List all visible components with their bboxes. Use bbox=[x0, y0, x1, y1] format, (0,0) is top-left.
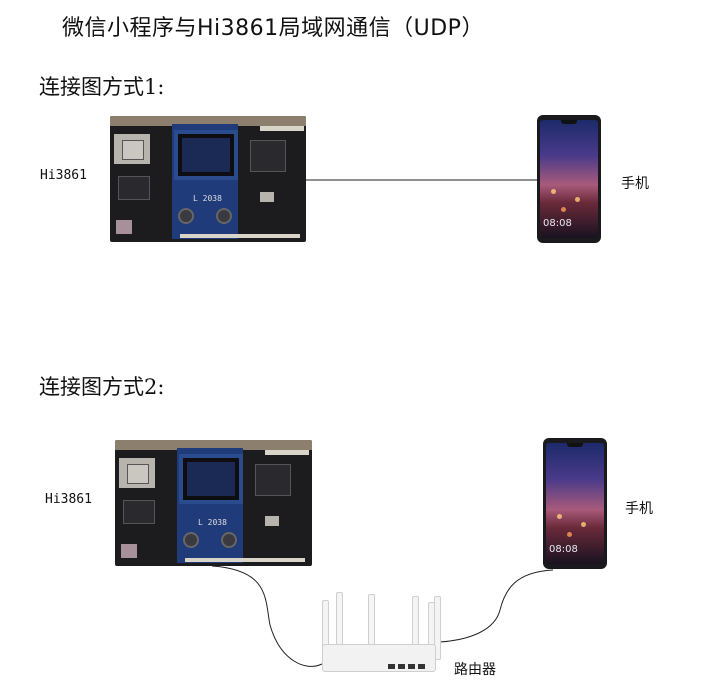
diagram1-device-label: Hi3861 bbox=[40, 168, 87, 183]
board-to-router-cable bbox=[211, 565, 323, 667]
hi3861-board-image: L 2038 bbox=[115, 440, 312, 566]
phone-to-router-cable bbox=[439, 569, 554, 643]
oled-caption: L 2038 bbox=[198, 518, 227, 527]
router-label: 路由器 bbox=[454, 662, 496, 678]
hi3861-board-image: L 2038 bbox=[110, 116, 306, 242]
phone-image: 08:08 bbox=[537, 115, 601, 243]
diagram1-heading: 连接图方式1: bbox=[39, 75, 165, 99]
router-image bbox=[316, 592, 446, 692]
oled-caption: L 2038 bbox=[193, 194, 222, 203]
phone-image: 08:08 bbox=[543, 438, 607, 569]
diagram2-device-label: Hi3861 bbox=[45, 492, 92, 507]
diagram1-phone-label: 手机 bbox=[621, 176, 649, 192]
phone-time: 08:08 bbox=[543, 218, 572, 229]
page-title: 微信小程序与Hi3861局域网通信（UDP） bbox=[62, 16, 484, 41]
diagram2-heading: 连接图方式2: bbox=[39, 375, 165, 399]
diagram2-phone-label: 手机 bbox=[625, 501, 653, 517]
phone-time: 08:08 bbox=[549, 544, 578, 555]
